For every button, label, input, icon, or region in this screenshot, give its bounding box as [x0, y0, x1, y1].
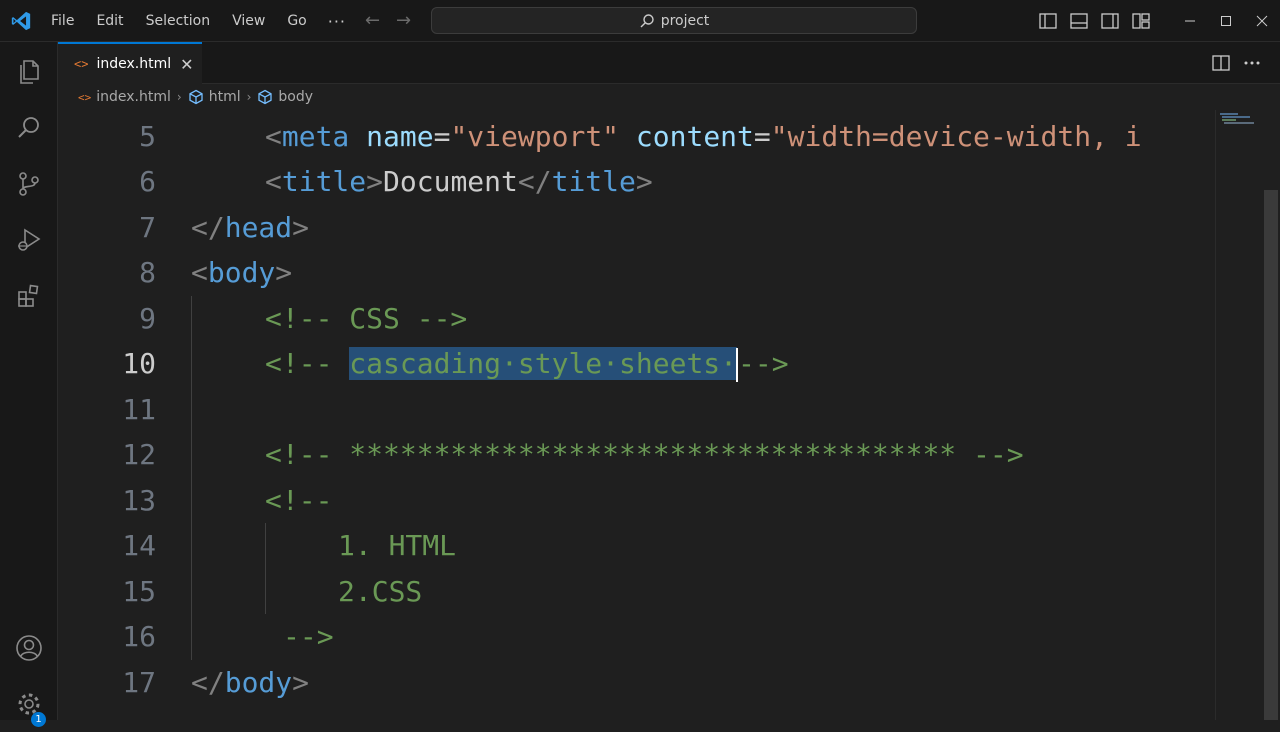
line-number: 15 — [122, 575, 156, 608]
line-number: 8 — [139, 256, 156, 289]
menu-selection[interactable]: Selection — [135, 0, 222, 42]
line-number: 16 — [122, 620, 156, 653]
code-line-7: </head> — [191, 211, 310, 244]
breadcrumb-body[interactable]: body — [257, 89, 313, 105]
more-actions-icon[interactable] — [1236, 42, 1267, 84]
code-line-10: <!-- cascading·style·sheets·--> — [265, 347, 789, 382]
line-number: 14 — [122, 529, 156, 562]
line-number: 6 — [139, 165, 156, 198]
line-number-gutter: 5 6 7 8 9 10 11 12 13 14 15 16 17 — [58, 110, 168, 720]
html-file-icon: <> — [74, 57, 89, 71]
minimap[interactable] — [1215, 110, 1261, 720]
code-editor[interactable]: 5 6 7 8 9 10 11 12 13 14 15 16 17 <meta … — [58, 110, 1215, 720]
toggle-panel-icon[interactable] — [1063, 0, 1094, 42]
line-number: 5 — [139, 120, 156, 153]
code-line-14: 1. HTML — [338, 529, 457, 562]
menu-go[interactable]: Go — [276, 0, 317, 42]
code-line-13: <!-- — [265, 484, 333, 517]
code-line-15: 2.CSS — [338, 575, 423, 608]
toggle-primary-sidebar-icon[interactable] — [1032, 0, 1063, 42]
breadcrumb-html[interactable]: html — [188, 89, 241, 105]
command-center-search[interactable]: project — [431, 7, 917, 34]
tab-index-html[interactable]: <> index.html ✕ — [58, 42, 202, 84]
line-number: 11 — [122, 393, 156, 426]
chevron-right-icon: › — [176, 90, 182, 104]
accounts-icon[interactable] — [0, 620, 58, 676]
menu-bar: File Edit Selection View Go ··· — [40, 0, 356, 42]
search-text: project — [660, 12, 710, 29]
minimize-icon[interactable] — [1172, 0, 1208, 42]
split-editor-icon[interactable] — [1205, 42, 1236, 84]
code-line-12: <!-- ***********************************… — [265, 438, 1024, 471]
breadcrumb: <> index.html › html › body — [58, 84, 1280, 110]
maximize-icon[interactable] — [1208, 0, 1244, 42]
extensions-icon[interactable] — [0, 268, 58, 324]
line-number-active: 10 — [122, 347, 156, 380]
title-bar: File Edit Selection View Go ··· ← → proj… — [0, 0, 1280, 42]
run-debug-icon[interactable] — [0, 212, 58, 268]
source-control-icon[interactable] — [0, 156, 58, 212]
menu-file[interactable]: File — [40, 0, 85, 42]
html-file-icon: <> — [78, 90, 92, 104]
manage-gear-icon[interactable]: 1 — [0, 676, 58, 732]
explorer-icon[interactable] — [0, 44, 58, 100]
menu-more-button[interactable]: ··· — [318, 12, 356, 31]
toggle-secondary-sidebar-icon[interactable] — [1094, 0, 1125, 42]
search-icon — [640, 13, 654, 27]
activity-bar: 1 — [0, 42, 58, 727]
code-line-5: <meta name="viewport" content="width=dev… — [265, 120, 1142, 153]
tab-close-icon[interactable]: ✕ — [180, 55, 193, 74]
menu-view[interactable]: View — [221, 0, 276, 42]
editor-actions — [1205, 42, 1280, 84]
vscode-logo-icon — [11, 11, 31, 31]
editor-tabs-bar: <> index.html ✕ — [58, 42, 1280, 84]
close-window-icon[interactable] — [1244, 0, 1280, 42]
line-number: 13 — [122, 484, 156, 517]
code-line-6: <title>Document</title> — [265, 165, 653, 198]
code-line-9: <!-- CSS --> — [265, 302, 468, 335]
code-line-17: </body> — [191, 666, 310, 699]
code-line-16: --> — [283, 620, 334, 653]
minimap-preview — [1220, 113, 1254, 124]
title-actions — [1032, 0, 1280, 42]
line-number: 17 — [122, 666, 156, 699]
forward-arrow-icon[interactable]: → — [396, 10, 411, 31]
line-number: 9 — [139, 302, 156, 335]
vertical-scrollbar[interactable] — [1262, 110, 1280, 720]
code-line-8: <body> — [191, 256, 293, 289]
menu-edit[interactable]: Edit — [85, 0, 134, 42]
search-view-icon[interactable] — [0, 100, 58, 156]
scrollbar-thumb[interactable] — [1264, 190, 1278, 720]
text-selection: cascading·style·sheets· — [349, 347, 738, 380]
indent-guide — [265, 523, 266, 614]
breadcrumb-file[interactable]: <> index.html — [78, 89, 171, 105]
tab-label: index.html — [96, 56, 172, 72]
line-number: 7 — [139, 211, 156, 244]
indent-guide — [191, 296, 192, 660]
symbol-element-icon — [258, 89, 273, 105]
customize-layout-icon[interactable] — [1125, 0, 1156, 42]
back-arrow-icon[interactable]: ← — [365, 10, 380, 31]
code-area[interactable]: <meta name="viewport" content="width=dev… — [191, 110, 1215, 720]
line-number: 12 — [122, 438, 156, 471]
chevron-right-icon: › — [246, 90, 252, 104]
symbol-element-icon — [189, 89, 203, 105]
